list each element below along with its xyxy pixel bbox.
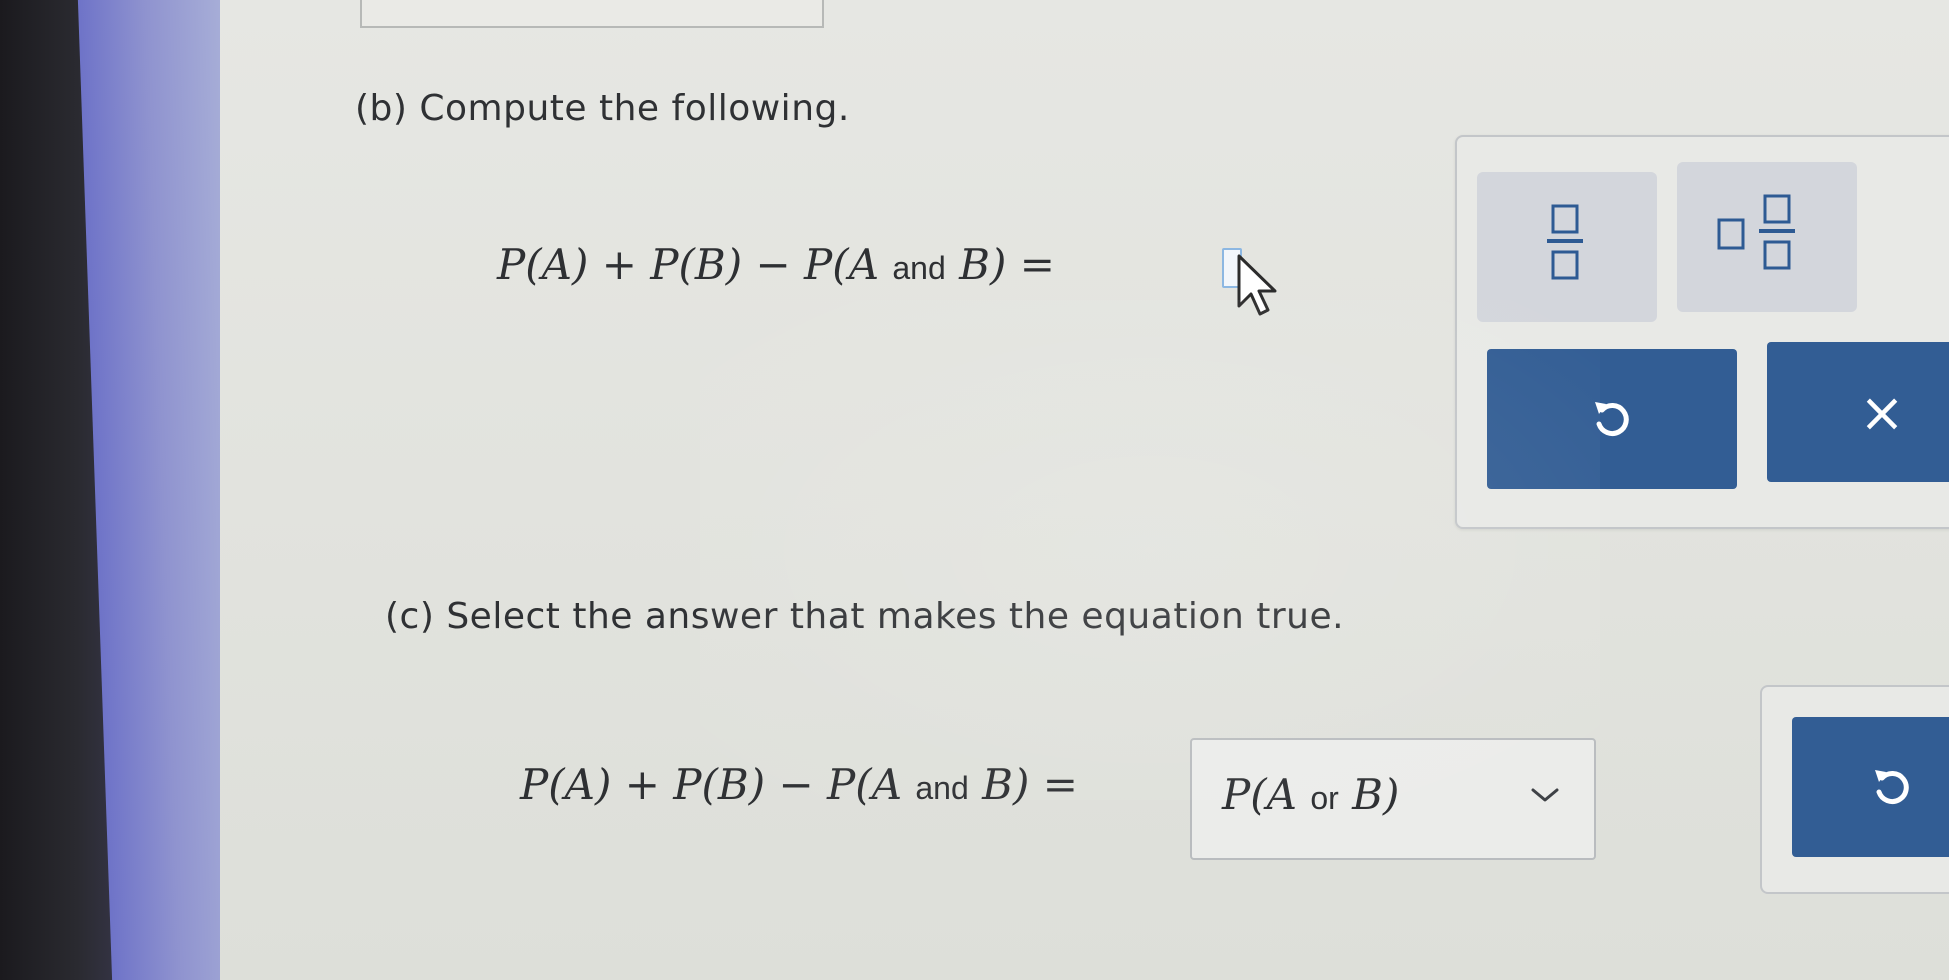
- equation-lhs-end: B) =: [945, 240, 1055, 289]
- math-palette: ×: [1455, 135, 1949, 529]
- previous-answer-box: [360, 0, 824, 28]
- undo-button[interactable]: [1792, 717, 1949, 857]
- screen: (b) Compute the following. P(A) + P(B) −…: [0, 0, 1949, 980]
- fraction-icon: [1547, 204, 1583, 280]
- part-c-equation: P(A) + P(B) − P(A and B) =: [520, 760, 1078, 809]
- undo-icon: [1595, 402, 1629, 436]
- equation-lhs-start: P(A) + P(B) − P(A: [520, 760, 916, 809]
- part-b-equation: P(A) + P(B) − P(A and B) =: [497, 240, 1055, 289]
- undo-icon: [1875, 770, 1909, 804]
- close-icon: ×: [1859, 380, 1905, 444]
- dropdown-selected-value: P(A or B): [1222, 770, 1399, 819]
- equation-and-word: and: [915, 770, 969, 806]
- selected-start: P(A: [1222, 770, 1311, 819]
- part-c-palette: [1760, 685, 1949, 894]
- equation-and-word: and: [892, 250, 946, 286]
- part-b-heading: (b) Compute the following.: [355, 88, 850, 129]
- equation-lhs-end: B) =: [968, 760, 1078, 809]
- selected-or-word: or: [1310, 780, 1339, 816]
- undo-button[interactable]: [1487, 349, 1737, 489]
- fraction-button[interactable]: [1477, 172, 1657, 322]
- mixed-number-icon: [1717, 194, 1795, 270]
- mixed-number-button[interactable]: [1677, 162, 1857, 312]
- equation-lhs-start: P(A) + P(B) − P(A: [497, 240, 893, 289]
- part-c-heading: (c) Select the answer that makes the equ…: [385, 596, 1345, 637]
- clear-button[interactable]: ×: [1767, 342, 1949, 482]
- chevron-down-icon: [1531, 788, 1559, 802]
- selected-end: B): [1338, 770, 1400, 819]
- answer-dropdown[interactable]: P(A or B): [1190, 738, 1596, 860]
- mouse-pointer-icon: [1237, 254, 1277, 316]
